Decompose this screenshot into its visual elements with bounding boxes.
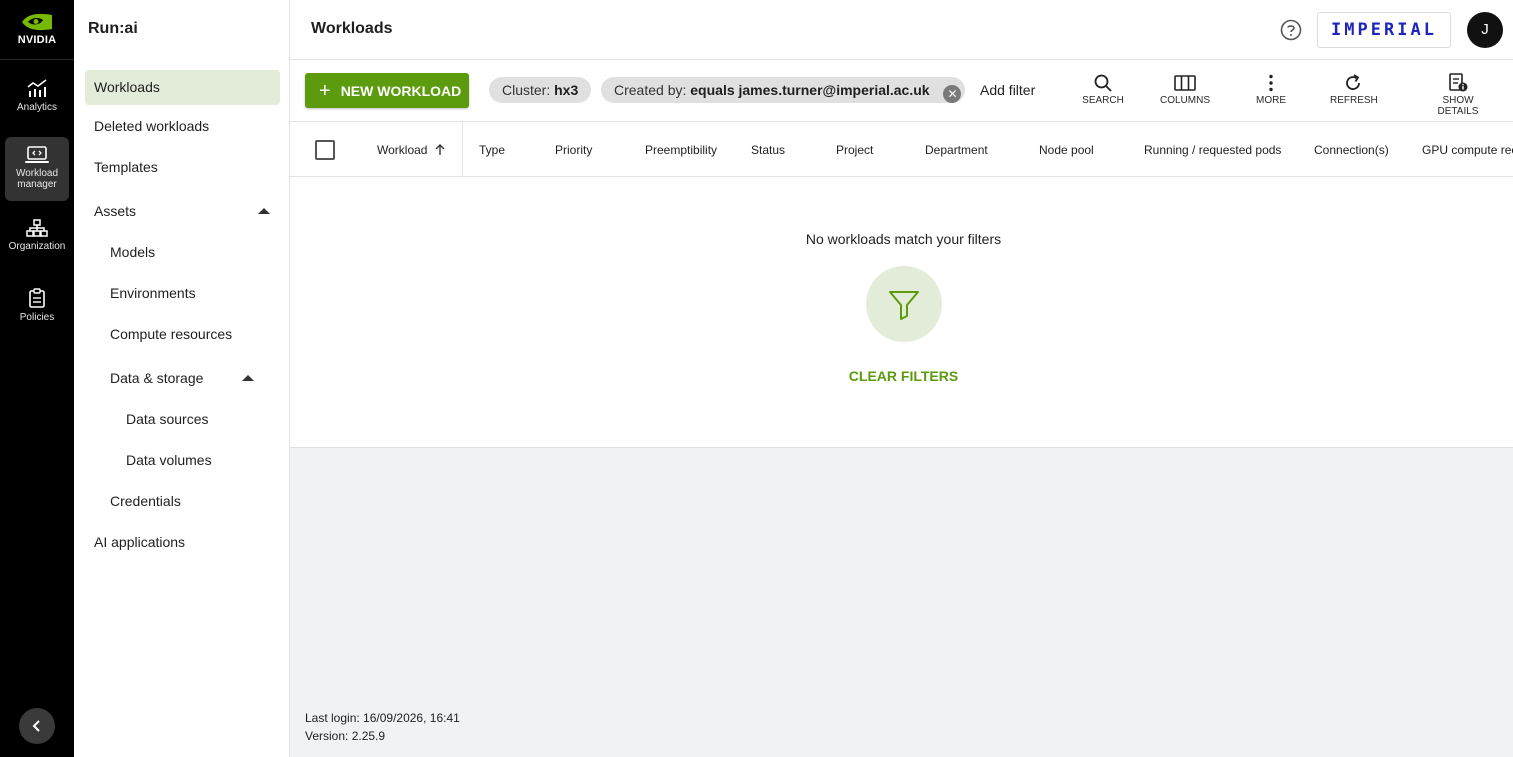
collapse-sidebar-button[interactable]	[19, 708, 55, 744]
columns-button[interactable]: COLUMNS	[1159, 73, 1211, 106]
sort-ascending-icon[interactable]	[434, 143, 446, 156]
cluster-filter-chip[interactable]: Cluster: hx3	[489, 77, 592, 103]
rail-label-policies: Policies	[19, 312, 55, 323]
show-details-button[interactable]: SHOW DETAILS	[1421, 73, 1495, 117]
chevron-left-icon	[32, 720, 40, 732]
nav-item-data-sources[interactable]: Data sources	[126, 402, 208, 437]
plus-icon: +	[319, 79, 331, 102]
created-by-filter-chip[interactable]: Created by: equals james.turner@imperial…	[601, 77, 966, 103]
clear-filters-button[interactable]: CLEAR FILTERS	[290, 368, 1513, 384]
cluster-filter-key: Cluster:	[502, 82, 551, 98]
top-header: Workloads IMPERIAL J	[290, 0, 1513, 60]
empty-state-illustration	[866, 266, 942, 342]
nav-item-credentials[interactable]: Credentials	[110, 484, 181, 519]
rail-item-policies[interactable]: Policies	[5, 288, 69, 332]
column-header-type[interactable]: Type	[479, 143, 505, 157]
refresh-icon	[1346, 74, 1360, 90]
version-text: Version: 2.25.9	[305, 729, 386, 743]
column-workload-label: Workload	[377, 143, 428, 157]
search-label: SEARCH	[1082, 95, 1124, 106]
collapse-data-storage-icon[interactable]	[242, 375, 254, 381]
column-header-workload[interactable]: Workload	[377, 143, 446, 157]
show-details-label: SHOW DETAILS	[1437, 95, 1479, 117]
user-avatar[interactable]: J	[1467, 12, 1503, 48]
table-header: Workload Type Priority Preemptibility St…	[290, 121, 1513, 177]
page-title: Workloads	[311, 20, 393, 37]
rail-label-organization: Organization	[8, 241, 66, 252]
nav-item-assets[interactable]: Assets	[94, 194, 136, 229]
column-header-gpu-compute[interactable]: GPU compute rec	[1422, 143, 1513, 157]
help-button[interactable]	[1280, 19, 1302, 46]
rail-item-analytics[interactable]: Analytics	[5, 78, 69, 126]
analytics-icon	[27, 79, 47, 97]
empty-state-message: No workloads match your filters	[805, 231, 1002, 247]
left-rail: NVIDIA Analytics Workload manager Organi…	[0, 0, 74, 757]
rail-label-analytics: Analytics	[16, 102, 57, 113]
refresh-label: REFRESH	[1330, 95, 1378, 106]
nvidia-wordmark: NVIDIA	[17, 34, 57, 46]
rail-item-workload-manager[interactable]: Workload manager	[5, 137, 69, 201]
imperial-logo: IMPERIAL	[1317, 12, 1451, 48]
document-info-icon	[1449, 73, 1468, 92]
cluster-filter-value: hx3	[554, 82, 579, 98]
column-header-running-pods[interactable]: Running / requested pods	[1144, 143, 1281, 157]
rail-label-workload-manager: Workload manager	[15, 168, 59, 190]
column-header-department[interactable]: Department	[925, 143, 988, 157]
app-title: Run:ai	[88, 20, 138, 37]
new-workload-button[interactable]: + NEW WORKLOAD	[305, 73, 469, 108]
add-filter-button[interactable]: Add filter	[980, 82, 1035, 98]
collapse-assets-icon[interactable]	[258, 208, 270, 214]
nav-item-templates[interactable]: Templates	[94, 150, 158, 185]
nav-item-ai-applications[interactable]: AI applications	[94, 525, 185, 560]
sub-navigation: Run:ai Workloads Deleted workloads Templ…	[74, 0, 290, 757]
column-divider[interactable]	[462, 122, 463, 177]
columns-label: COLUMNS	[1159, 95, 1210, 106]
org-chart-icon	[26, 219, 48, 237]
columns-icon	[1174, 75, 1196, 91]
search-icon	[1094, 74, 1112, 92]
column-header-connections[interactable]: Connection(s)	[1314, 143, 1389, 157]
laptop-code-icon	[25, 146, 49, 163]
nav-item-models[interactable]: Models	[110, 235, 155, 270]
nav-item-data-volumes[interactable]: Data volumes	[126, 443, 212, 478]
column-header-project[interactable]: Project	[836, 143, 873, 157]
more-vertical-icon	[1269, 74, 1273, 92]
more-button[interactable]: MORE	[1253, 73, 1289, 106]
nav-item-data-storage[interactable]: Data & storage	[110, 361, 203, 396]
column-header-preemptibility[interactable]: Preemptibility	[645, 143, 717, 157]
rail-item-organization[interactable]: Organization	[5, 219, 69, 263]
last-login-text: Last login: 16/09/2026, 16:41	[305, 711, 460, 725]
nav-item-deleted-workloads[interactable]: Deleted workloads	[94, 109, 209, 144]
clipboard-icon	[29, 288, 45, 308]
search-button[interactable]: SEARCH	[1082, 73, 1124, 106]
new-workload-label: NEW WORKLOAD	[340, 82, 462, 99]
nvidia-logo[interactable]: NVIDIA	[0, 0, 74, 60]
filter-icon	[889, 291, 919, 320]
workloads-panel: + NEW WORKLOAD Cluster: hx3 Created by: …	[290, 60, 1513, 448]
select-all-checkbox[interactable]	[315, 140, 335, 160]
column-header-status[interactable]: Status	[751, 143, 785, 157]
nav-item-workloads[interactable]: Workloads	[85, 70, 280, 105]
nav-item-environments[interactable]: Environments	[110, 276, 196, 311]
remove-filter-icon[interactable]: ✕	[943, 85, 962, 103]
column-header-priority[interactable]: Priority	[555, 143, 592, 157]
nav-item-compute-resources[interactable]: Compute resources	[110, 317, 232, 352]
column-header-node-pool[interactable]: Node pool	[1039, 143, 1094, 157]
created-by-filter-value: equals james.turner@imperial.ac.uk	[690, 82, 930, 98]
more-label: MORE	[1256, 95, 1286, 106]
created-by-filter-key: Created by:	[614, 82, 687, 98]
nvidia-eye-icon	[22, 13, 52, 31]
refresh-button[interactable]: REFRESH	[1330, 73, 1378, 106]
help-icon	[1280, 19, 1302, 41]
